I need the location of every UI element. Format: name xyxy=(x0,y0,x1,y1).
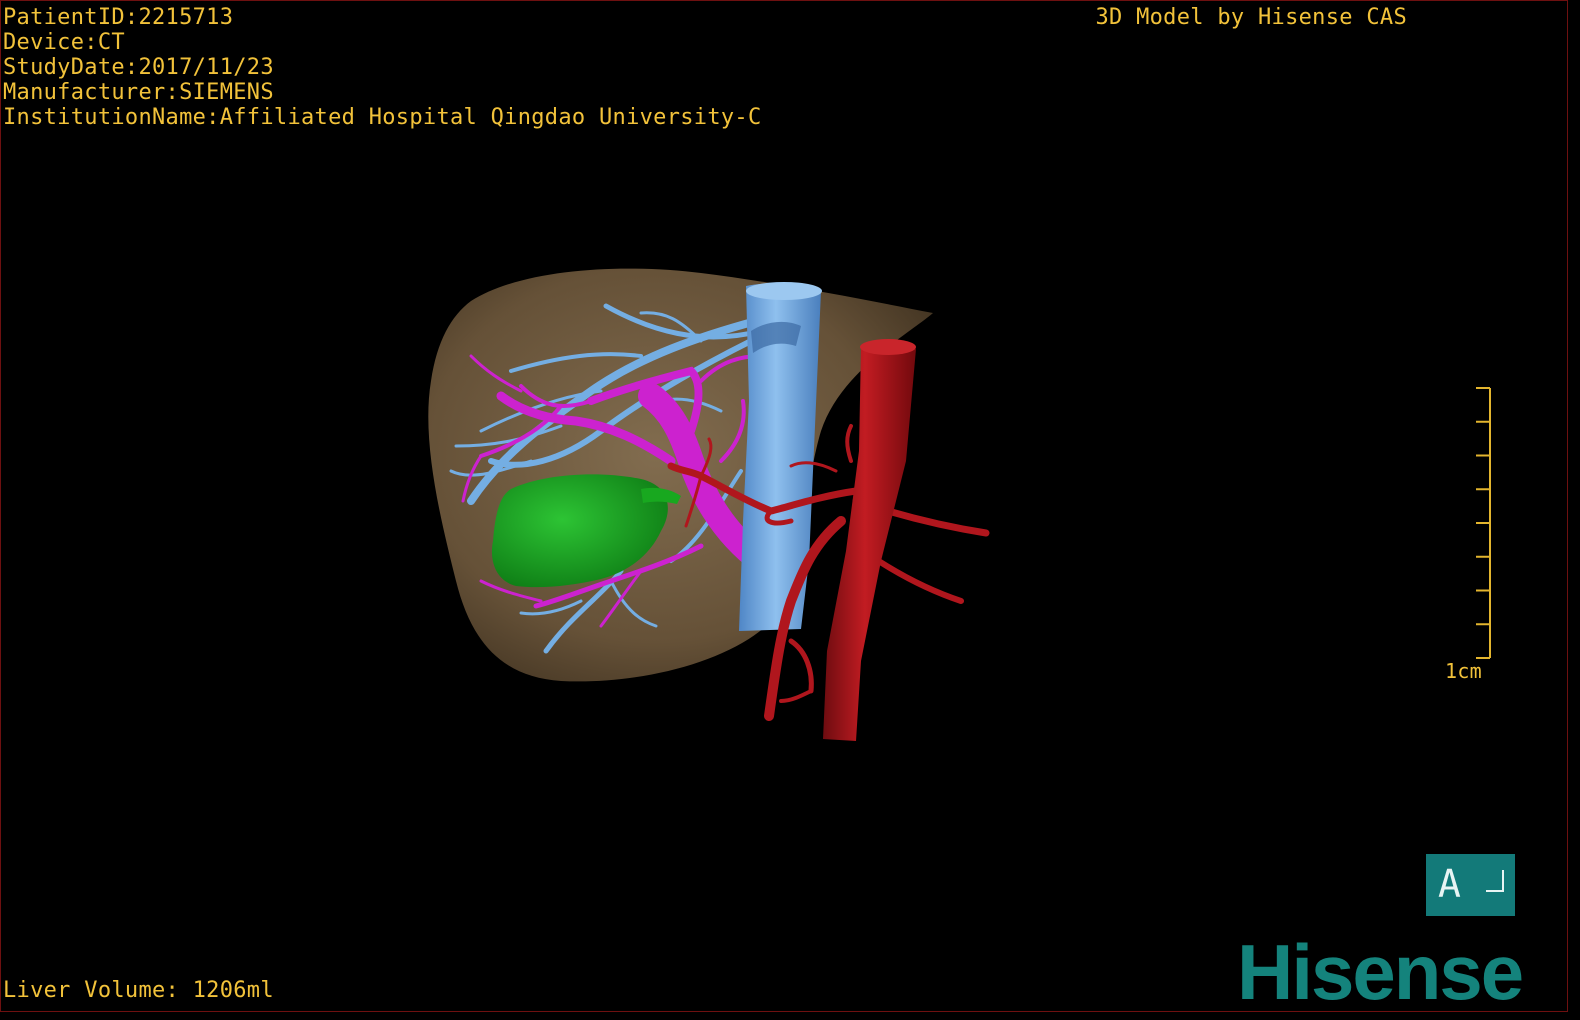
inferior-vena-cava xyxy=(739,282,822,631)
study-info-panel: PatientID:2215713 Device:CT StudyDate:2017… xyxy=(3,5,762,130)
study-date-text: StudyDate:2017/11/23 xyxy=(3,55,274,80)
scale-bar-label: 1cm xyxy=(1445,659,1483,683)
orientation-cube-button[interactable]: A xyxy=(1426,854,1515,916)
aorta xyxy=(823,339,916,741)
scale-bar xyxy=(1476,387,1491,659)
3d-render-canvas[interactable] xyxy=(1,1,1568,1012)
orientation-corner-icon xyxy=(1486,870,1504,892)
hisense-logo-text: Hisense xyxy=(1237,928,1522,1012)
orientation-label: A xyxy=(1438,862,1461,906)
hisense-logo: Hisense xyxy=(1237,928,1524,1012)
device-text: Device:CT xyxy=(3,30,125,55)
manufacturer-text: Manufacturer:SIEMENS xyxy=(3,80,274,105)
3d-viewport[interactable]: PatientID:2215713 Device:CT StudyDate:2017… xyxy=(0,0,1568,1012)
liver-volume-text: Liver Volume: 1206ml xyxy=(3,978,274,1003)
viewer-title: 3D Model by Hisense CAS xyxy=(1095,5,1407,30)
patient-id-text: PatientID:2215713 xyxy=(3,5,234,30)
institution-text: InstitutionName:Affiliated Hospital Qing… xyxy=(3,105,762,130)
